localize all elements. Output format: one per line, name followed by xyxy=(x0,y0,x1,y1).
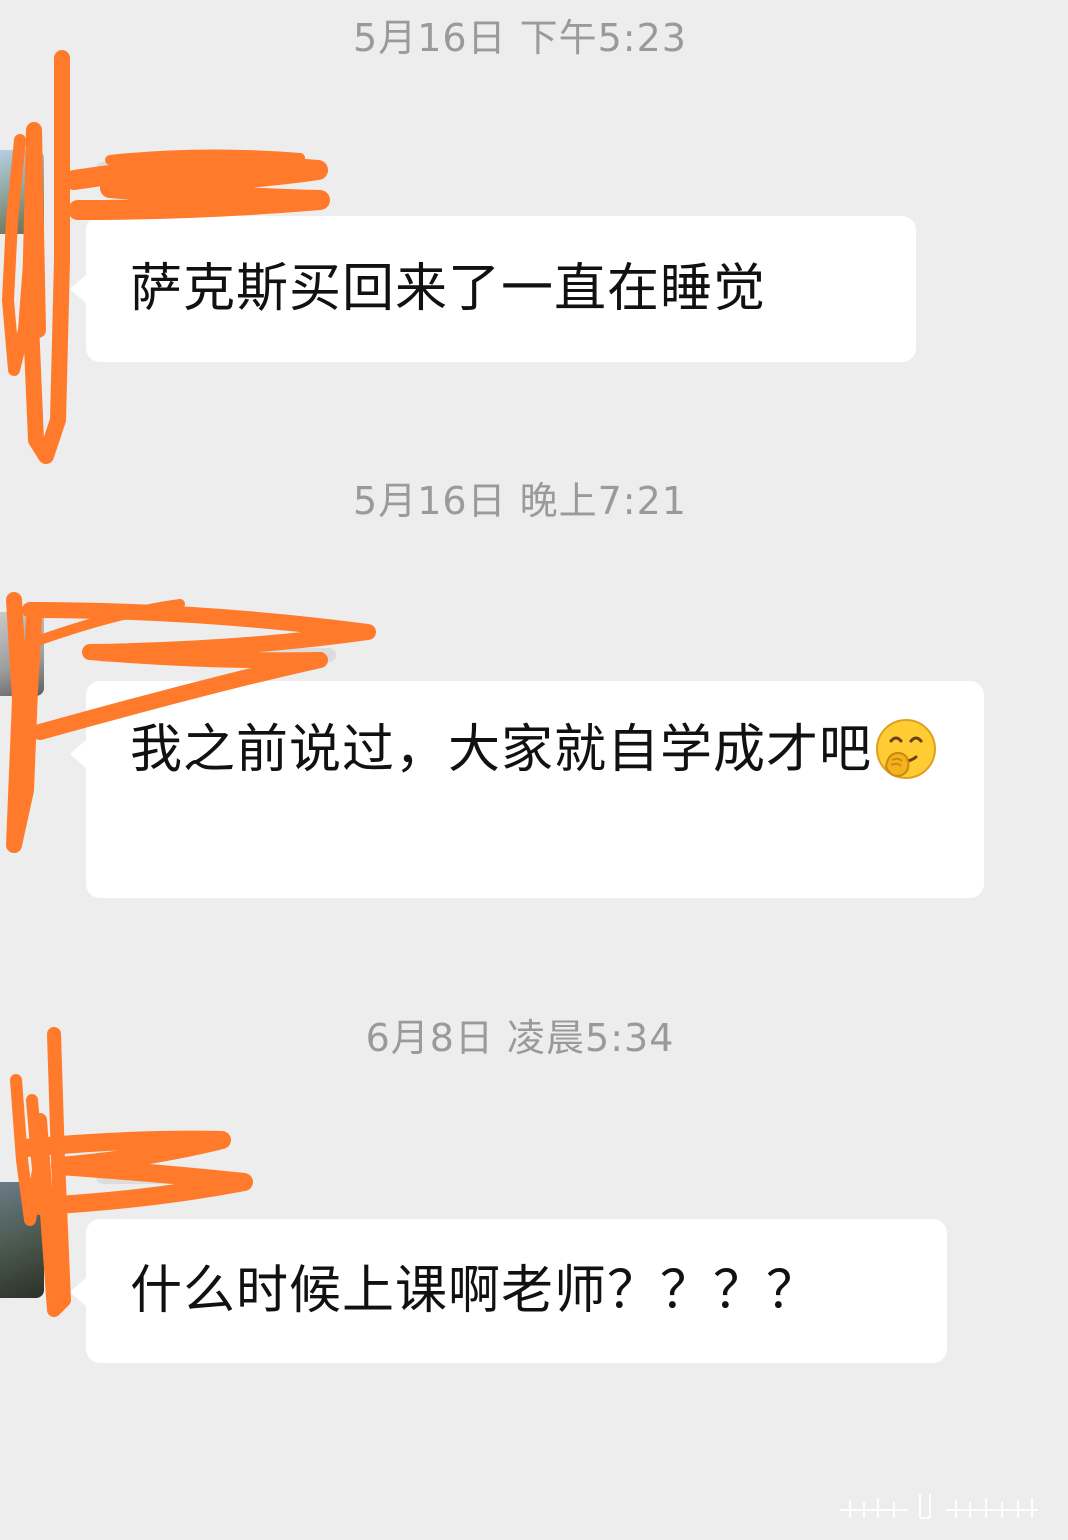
avatar[interactable] xyxy=(0,1182,44,1298)
message-text: 我之前说过，大家就自学成才吧 xyxy=(130,720,873,780)
message-text: 什么时候上课啊老师？？？？ xyxy=(130,1261,820,1321)
avatar[interactable] xyxy=(0,612,44,696)
message-text: 萨克斯买回来了一直在睡觉 xyxy=(130,259,767,319)
avatar[interactable] xyxy=(0,150,44,234)
smirk-face-icon xyxy=(876,719,937,779)
watermark-mark xyxy=(840,1494,1038,1519)
timestamp: 5月16日 晚上7:21 xyxy=(353,479,687,523)
timestamp: 6月8日 凌晨5:34 xyxy=(365,1016,675,1060)
sender-name xyxy=(96,648,336,662)
message-bubble[interactable]: 什么时候上课啊老师？？？？ xyxy=(70,1219,947,1363)
timestamp: 5月16日 下午5:23 xyxy=(353,16,687,60)
message-bubble[interactable]: 我之前说过，大家就自学成才吧 xyxy=(70,681,984,898)
message-bubble[interactable]: 萨克斯买回来了一直在睡觉 xyxy=(70,216,916,362)
sender-name xyxy=(96,1170,216,1184)
sender-name xyxy=(96,162,246,176)
